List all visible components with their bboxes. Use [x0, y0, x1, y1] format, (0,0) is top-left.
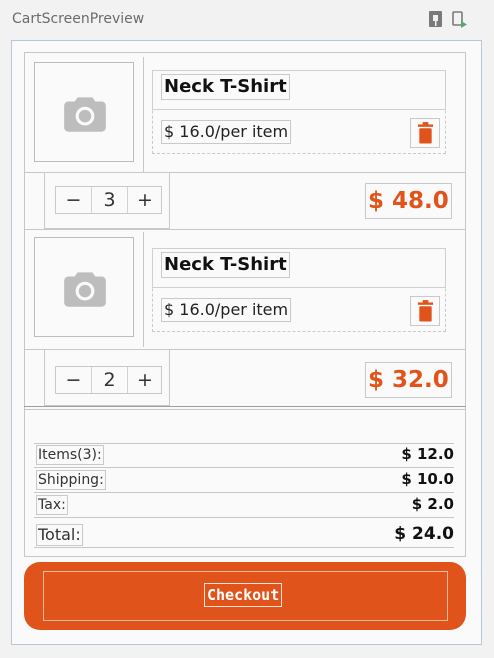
pin-preview-icon[interactable] — [428, 10, 444, 28]
item-total: $ 32.0 — [365, 362, 452, 398]
preview-title: CartScreenPreview — [12, 11, 145, 27]
shipping-label: Shipping: — [36, 470, 106, 490]
divider — [24, 406, 466, 407]
items-value: $ 12.0 — [401, 445, 454, 463]
shipping-value: $ 10.0 — [401, 470, 454, 488]
divider — [34, 547, 454, 548]
decrease-quantity-button[interactable]: − — [56, 367, 91, 393]
divider — [143, 57, 144, 172]
trash-icon — [417, 300, 434, 322]
divider — [34, 517, 454, 518]
total-value: $ 24.0 — [394, 524, 454, 544]
tax-label: Tax: — [36, 495, 68, 515]
items-label: Items(3): — [36, 445, 104, 465]
total-label: Total: — [36, 524, 83, 546]
divider — [34, 467, 454, 468]
tax-value: $ 2.0 — [411, 495, 454, 513]
product-name: Neck T-Shirt — [161, 74, 290, 100]
quantity-stepper: − 2 + — [55, 366, 162, 394]
increase-quantity-button[interactable]: + — [128, 187, 162, 213]
divider — [24, 229, 466, 230]
preview-title-bar: CartScreenPreview — [0, 0, 494, 40]
divider — [34, 492, 454, 493]
product-name: Neck T-Shirt — [161, 252, 290, 278]
divider — [143, 232, 144, 347]
quantity-value: 3 — [103, 189, 116, 211]
trash-icon — [417, 122, 434, 144]
delete-item-button[interactable] — [410, 296, 440, 326]
product-image — [34, 237, 134, 337]
item-total: $ 48.0 — [365, 183, 452, 219]
increase-quantity-button[interactable]: + — [128, 367, 162, 393]
camera-icon — [64, 97, 106, 132]
checkout-label: Checkout — [204, 583, 283, 607]
decrease-quantity-button[interactable]: − — [56, 187, 91, 213]
divider — [34, 443, 454, 444]
unit-price: $ 16.0/per item — [161, 120, 292, 144]
unit-price: $ 16.0/per item — [161, 298, 292, 322]
quantity-value: 2 — [103, 369, 116, 391]
delete-item-button[interactable] — [410, 118, 440, 148]
deploy-preview-icon[interactable] — [452, 10, 468, 28]
quantity-stepper: − 3 + — [55, 186, 162, 214]
product-image — [34, 62, 134, 162]
divider — [24, 409, 466, 410]
camera-icon — [64, 272, 106, 307]
